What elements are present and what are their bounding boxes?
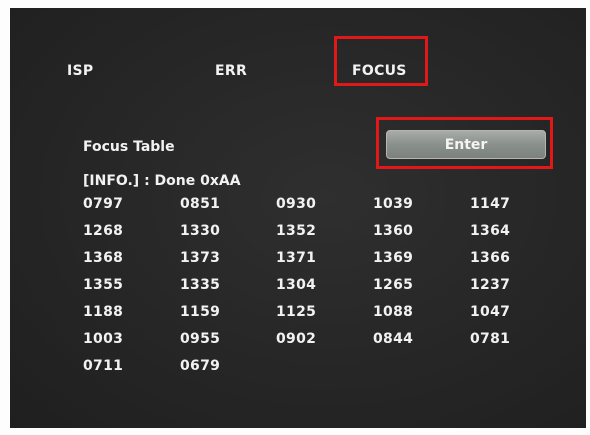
table-cell: 1047 bbox=[470, 304, 511, 320]
table-row: 1368 1373 1371 1369 1366 bbox=[83, 250, 563, 277]
table-cell: 0851 bbox=[180, 196, 221, 212]
table-cell: 1373 bbox=[180, 250, 221, 266]
table-cell: 1159 bbox=[180, 304, 221, 320]
table-row: 1268 1330 1352 1360 1364 bbox=[83, 223, 563, 250]
table-cell: 1147 bbox=[470, 196, 511, 212]
table-cell: 1125 bbox=[276, 304, 317, 320]
table-cell: 1364 bbox=[470, 223, 511, 239]
table-cell: 1360 bbox=[373, 223, 414, 239]
table-cell: 1268 bbox=[83, 223, 124, 239]
table-cell: 1371 bbox=[276, 250, 317, 266]
table-cell: 1188 bbox=[83, 304, 124, 320]
display-screen: ISP ERR FOCUS Focus Table Enter [INFO.] … bbox=[10, 8, 586, 428]
table-cell: 1369 bbox=[373, 250, 414, 266]
table-cell: 1039 bbox=[373, 196, 414, 212]
table-cell: 1265 bbox=[373, 277, 414, 293]
focus-tab-highlight-box bbox=[334, 36, 428, 86]
enter-button[interactable]: Enter bbox=[386, 130, 546, 159]
tab-isp[interactable]: ISP bbox=[67, 63, 93, 79]
table-cell: 0679 bbox=[180, 358, 221, 374]
table-row: 0711 0679 bbox=[83, 358, 563, 385]
photo-frame: ISP ERR FOCUS Focus Table Enter [INFO.] … bbox=[0, 0, 590, 435]
table-cell: 0955 bbox=[180, 331, 221, 347]
table-cell: 0797 bbox=[83, 196, 124, 212]
table-cell: 1355 bbox=[83, 277, 124, 293]
table-row: 0797 0851 0930 1039 1147 bbox=[83, 196, 563, 223]
enter-button-label: Enter bbox=[444, 136, 488, 153]
table-row: 1003 0955 0902 0844 0781 bbox=[83, 331, 563, 358]
table-cell: 0902 bbox=[276, 331, 317, 347]
table-row: 1355 1335 1304 1265 1237 bbox=[83, 277, 563, 304]
table-cell: 0781 bbox=[470, 331, 511, 347]
table-cell: 1335 bbox=[180, 277, 221, 293]
focus-values-grid: 0797 0851 0930 1039 1147 1268 1330 1352 … bbox=[83, 196, 563, 385]
table-cell: 1352 bbox=[276, 223, 317, 239]
table-cell: 1304 bbox=[276, 277, 317, 293]
tab-err[interactable]: ERR bbox=[215, 63, 247, 79]
table-cell: 1003 bbox=[83, 331, 124, 347]
table-cell: 1330 bbox=[180, 223, 221, 239]
focus-table-title: Focus Table bbox=[83, 139, 175, 155]
table-cell: 1088 bbox=[373, 304, 414, 320]
table-cell: 1366 bbox=[470, 250, 511, 266]
table-row: 1188 1159 1125 1088 1047 bbox=[83, 304, 563, 331]
info-status-line: [INFO.] : Done 0xAA bbox=[83, 173, 241, 189]
table-cell: 0711 bbox=[83, 358, 124, 374]
table-cell: 0930 bbox=[276, 196, 317, 212]
table-cell: 0844 bbox=[373, 331, 414, 347]
table-cell: 1368 bbox=[83, 250, 124, 266]
table-cell: 1237 bbox=[470, 277, 511, 293]
